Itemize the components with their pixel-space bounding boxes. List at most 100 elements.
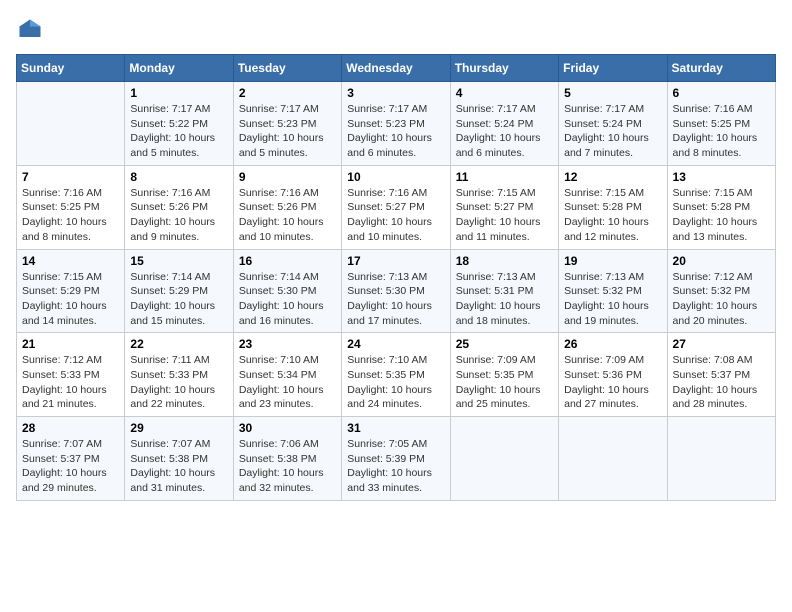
- logo-icon: [16, 16, 44, 44]
- calendar-cell: 31 Sunrise: 7:05 AMSunset: 5:39 PMDayligh…: [342, 417, 450, 501]
- day-info: Sunrise: 7:15 AMSunset: 5:28 PMDaylight:…: [564, 186, 661, 245]
- day-info: Sunrise: 7:08 AMSunset: 5:37 PMDaylight:…: [673, 353, 770, 412]
- calendar-cell: 22 Sunrise: 7:11 AMSunset: 5:33 PMDayligh…: [125, 333, 233, 417]
- calendar-cell: 23Sunrise: 7:10 AMSunset: 5:34 PMDayligh…: [233, 333, 341, 417]
- day-info: Sunrise: 7:07 AMSunset: 5:38 PMDaylight:…: [130, 437, 227, 496]
- day-number: 3: [347, 86, 444, 100]
- calendar-cell: 19Sunrise: 7:13 AMSunset: 5:32 PMDayligh…: [559, 249, 667, 333]
- day-info: Sunrise: 7:14 AMSunset: 5:29 PMDaylight:…: [130, 270, 227, 329]
- day-number: 8: [130, 170, 227, 184]
- day-info: Sunrise: 7:15 AMSunset: 5:27 PMDaylight:…: [456, 186, 553, 245]
- day-number: 31: [347, 421, 444, 435]
- calendar-cell: 18 Sunrise: 7:13 AMSunset: 5:31 PMDayligh…: [450, 249, 558, 333]
- day-info: Sunrise: 7:17 AMSunset: 5:23 PMDaylight:…: [347, 102, 444, 161]
- day-number: 27: [673, 337, 770, 351]
- day-number: 5: [564, 86, 661, 100]
- calendar-cell: 13 Sunrise: 7:15 AMSunset: 5:28 PMDayligh…: [667, 165, 775, 249]
- calendar-cell: 2 Sunrise: 7:17 AMSunset: 5:23 PMDaylight…: [233, 82, 341, 166]
- day-number: 13: [673, 170, 770, 184]
- day-info: Sunrise: 7:15 AMSunset: 5:29 PMDaylight:…: [22, 270, 119, 329]
- day-info: Sunrise: 7:11 AMSunset: 5:33 PMDaylight:…: [130, 353, 227, 412]
- day-number: 9: [239, 170, 336, 184]
- day-number: 4: [456, 86, 553, 100]
- calendar-header: SundayMondayTuesdayWednesdayThursdayFrid…: [17, 55, 776, 82]
- weekday-header-monday: Monday: [125, 55, 233, 82]
- day-info: Sunrise: 7:16 AMSunset: 5:25 PMDaylight:…: [673, 102, 770, 161]
- calendar-cell: 28 Sunrise: 7:07 AMSunset: 5:37 PMDayligh…: [17, 417, 125, 501]
- calendar-cell: 16Sunrise: 7:14 AMSunset: 5:30 PMDayligh…: [233, 249, 341, 333]
- calendar-week-row: 1 Sunrise: 7:17 AMSunset: 5:22 PMDaylight…: [17, 82, 776, 166]
- page-header: [16, 16, 776, 44]
- day-info: Sunrise: 7:10 AMSunset: 5:34 PMDaylight:…: [239, 353, 336, 412]
- day-number: 30: [239, 421, 336, 435]
- calendar-cell: 10Sunrise: 7:16 AMSunset: 5:27 PMDayligh…: [342, 165, 450, 249]
- day-info: Sunrise: 7:16 AMSunset: 5:26 PMDaylight:…: [130, 186, 227, 245]
- calendar-cell: 7Sunrise: 7:16 AMSunset: 5:25 PMDaylight…: [17, 165, 125, 249]
- calendar-cell: 1 Sunrise: 7:17 AMSunset: 5:22 PMDaylight…: [125, 82, 233, 166]
- day-info: Sunrise: 7:15 AMSunset: 5:28 PMDaylight:…: [673, 186, 770, 245]
- day-number: 10: [347, 170, 444, 184]
- day-info: Sunrise: 7:09 AMSunset: 5:35 PMDaylight:…: [456, 353, 553, 412]
- day-info: Sunrise: 7:16 AMSunset: 5:26 PMDaylight:…: [239, 186, 336, 245]
- calendar-cell: 5 Sunrise: 7:17 AMSunset: 5:24 PMDaylight…: [559, 82, 667, 166]
- day-info: Sunrise: 7:09 AMSunset: 5:36 PMDaylight:…: [564, 353, 661, 412]
- day-info: Sunrise: 7:17 AMSunset: 5:24 PMDaylight:…: [456, 102, 553, 161]
- day-info: Sunrise: 7:12 AMSunset: 5:33 PMDaylight:…: [22, 353, 119, 412]
- day-number: 11: [456, 170, 553, 184]
- day-number: 28: [22, 421, 119, 435]
- day-info: Sunrise: 7:05 AMSunset: 5:39 PMDaylight:…: [347, 437, 444, 496]
- day-info: Sunrise: 7:13 AMSunset: 5:30 PMDaylight:…: [347, 270, 444, 329]
- day-number: 15: [130, 254, 227, 268]
- day-number: 18: [456, 254, 553, 268]
- calendar-cell: 6 Sunrise: 7:16 AMSunset: 5:25 PMDaylight…: [667, 82, 775, 166]
- calendar-cell: 14 Sunrise: 7:15 AMSunset: 5:29 PMDayligh…: [17, 249, 125, 333]
- calendar-cell: 17 Sunrise: 7:13 AMSunset: 5:30 PMDayligh…: [342, 249, 450, 333]
- day-info: Sunrise: 7:16 AMSunset: 5:25 PMDaylight:…: [22, 186, 119, 245]
- calendar-cell: 3 Sunrise: 7:17 AMSunset: 5:23 PMDaylight…: [342, 82, 450, 166]
- day-number: 22: [130, 337, 227, 351]
- day-info: Sunrise: 7:10 AMSunset: 5:35 PMDaylight:…: [347, 353, 444, 412]
- calendar-cell: 4 Sunrise: 7:17 AMSunset: 5:24 PMDaylight…: [450, 82, 558, 166]
- day-number: 21: [22, 337, 119, 351]
- calendar-cell: 27 Sunrise: 7:08 AMSunset: 5:37 PMDayligh…: [667, 333, 775, 417]
- day-info: Sunrise: 7:07 AMSunset: 5:37 PMDaylight:…: [22, 437, 119, 496]
- calendar-cell: 30 Sunrise: 7:06 AMSunset: 5:38 PMDayligh…: [233, 417, 341, 501]
- calendar-cell: [17, 82, 125, 166]
- day-number: 14: [22, 254, 119, 268]
- calendar-cell: 21 Sunrise: 7:12 AMSunset: 5:33 PMDayligh…: [17, 333, 125, 417]
- day-number: 29: [130, 421, 227, 435]
- weekday-header-friday: Friday: [559, 55, 667, 82]
- calendar-cell: 9 Sunrise: 7:16 AMSunset: 5:26 PMDaylight…: [233, 165, 341, 249]
- calendar-week-row: 28 Sunrise: 7:07 AMSunset: 5:37 PMDayligh…: [17, 417, 776, 501]
- calendar-cell: [559, 417, 667, 501]
- weekday-header-tuesday: Tuesday: [233, 55, 341, 82]
- day-info: Sunrise: 7:06 AMSunset: 5:38 PMDaylight:…: [239, 437, 336, 496]
- calendar-cell: [667, 417, 775, 501]
- day-number: 26: [564, 337, 661, 351]
- calendar-cell: 12Sunrise: 7:15 AMSunset: 5:28 PMDayligh…: [559, 165, 667, 249]
- day-number: 24: [347, 337, 444, 351]
- day-number: 1: [130, 86, 227, 100]
- weekday-header-thursday: Thursday: [450, 55, 558, 82]
- day-info: Sunrise: 7:12 AMSunset: 5:32 PMDaylight:…: [673, 270, 770, 329]
- day-number: 16: [239, 254, 336, 268]
- day-number: 17: [347, 254, 444, 268]
- day-number: 6: [673, 86, 770, 100]
- day-number: 25: [456, 337, 553, 351]
- calendar-week-row: 7Sunrise: 7:16 AMSunset: 5:25 PMDaylight…: [17, 165, 776, 249]
- day-info: Sunrise: 7:17 AMSunset: 5:23 PMDaylight:…: [239, 102, 336, 161]
- day-number: 19: [564, 254, 661, 268]
- day-info: Sunrise: 7:17 AMSunset: 5:22 PMDaylight:…: [130, 102, 227, 161]
- calendar-cell: 15 Sunrise: 7:14 AMSunset: 5:29 PMDayligh…: [125, 249, 233, 333]
- calendar-cell: [450, 417, 558, 501]
- weekday-header-wednesday: Wednesday: [342, 55, 450, 82]
- day-number: 2: [239, 86, 336, 100]
- day-info: Sunrise: 7:17 AMSunset: 5:24 PMDaylight:…: [564, 102, 661, 161]
- calendar-table: SundayMondayTuesdayWednesdayThursdayFrid…: [16, 54, 776, 501]
- logo: [16, 16, 48, 44]
- calendar-cell: 29 Sunrise: 7:07 AMSunset: 5:38 PMDayligh…: [125, 417, 233, 501]
- weekday-header-saturday: Saturday: [667, 55, 775, 82]
- calendar-cell: 25 Sunrise: 7:09 AMSunset: 5:35 PMDayligh…: [450, 333, 558, 417]
- day-number: 20: [673, 254, 770, 268]
- day-info: Sunrise: 7:13 AMSunset: 5:31 PMDaylight:…: [456, 270, 553, 329]
